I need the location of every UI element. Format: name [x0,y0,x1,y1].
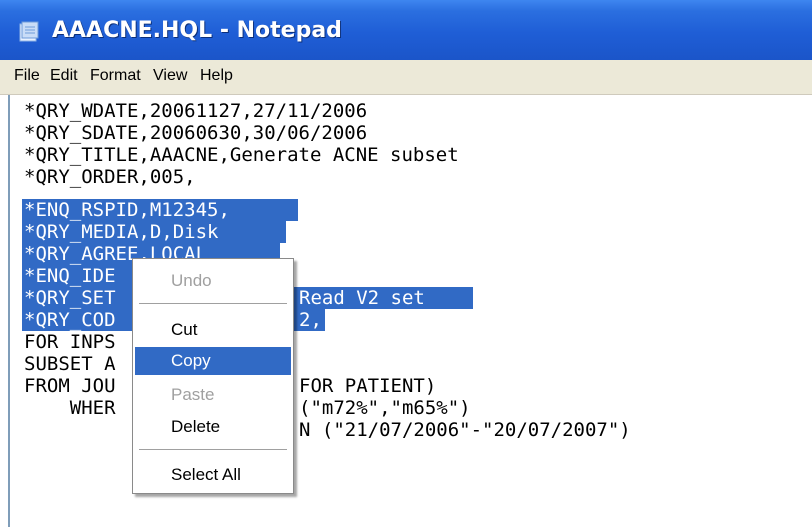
text-line-selected: *QRY_COD [24,309,116,331]
notepad-icon [19,21,39,42]
text-editor[interactable]: *QRY_WDATE,20061127,27/11/2006 *QRY_SDAT… [8,95,812,527]
text-fragment: FOR PATIENT) [299,375,437,397]
menu-format[interactable]: Format [90,67,141,85]
menu-separator [139,303,287,304]
text-line-selected: *QRY_MEDIA,D,Disk [24,221,219,243]
menu-bar: File Edit Format View Help [0,60,812,95]
text-line-selected: *ENQ_RSPID,M12345, [24,199,230,221]
menu-view[interactable]: View [153,67,187,85]
text-line: *QRY_TITLE,AAACNE,Generate ACNE subset [24,144,459,166]
menu-item-copy[interactable]: Copy [135,347,291,375]
menu-help[interactable]: Help [200,67,233,85]
text-line: *QRY_SDATE,20060630,30/06/2006 [24,122,368,144]
text-line: WHER [24,397,116,419]
text-fragment-selected: 2, [299,309,322,331]
menu-item-undo[interactable]: Undo [135,267,291,295]
menu-item-delete[interactable]: Delete [135,413,291,441]
text-fragment: ("m72%","m65%") [299,397,471,419]
menu-item-select-all[interactable]: Select All [135,461,291,489]
menu-separator [139,449,287,450]
menu-edit[interactable]: Edit [50,67,78,85]
text-line: SUBSET A [24,353,116,375]
text-line: *QRY_WDATE,20061127,27/11/2006 [24,100,368,122]
text-line: FROM JOU [24,375,116,397]
window-title: AAACNE.HQL - Notepad [52,18,342,43]
text-line: FOR INPS [24,331,116,353]
text-fragment-selected: Read V2 set [299,287,425,309]
context-menu: Undo Cut Copy Paste Delete Select All [132,258,294,494]
menu-item-cut[interactable]: Cut [135,316,291,344]
title-bar[interactable]: AAACNE.HQL - Notepad [0,0,812,60]
text-line: *QRY_ORDER,005, [24,166,196,188]
text-line-selected: *QRY_SET [24,287,116,309]
menu-file[interactable]: File [14,67,40,85]
text-fragment: N ("21/07/2006"-"20/07/2007") [299,419,631,441]
menu-item-paste[interactable]: Paste [135,381,291,409]
text-line-selected: *ENQ_IDE [24,265,116,287]
